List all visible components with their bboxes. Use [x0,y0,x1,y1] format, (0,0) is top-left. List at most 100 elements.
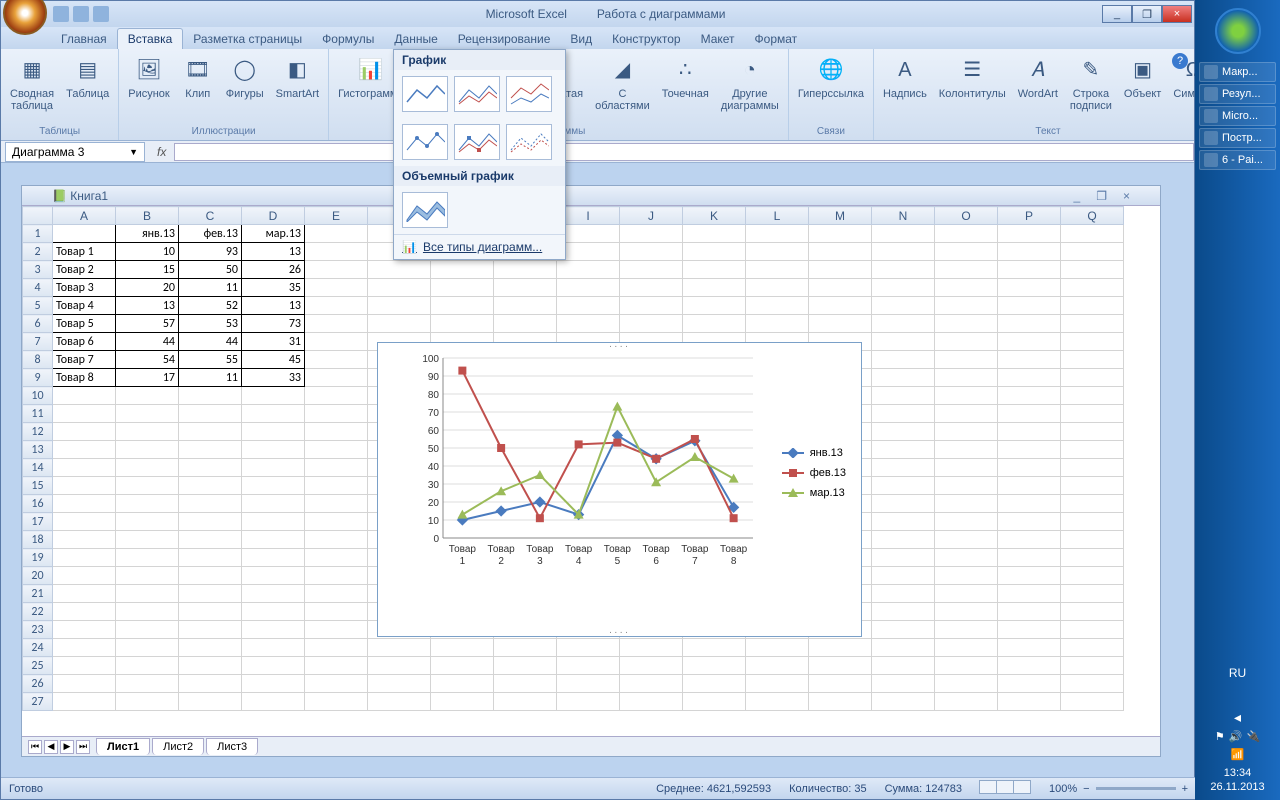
cell-A13[interactable] [53,441,116,459]
cell-C17[interactable] [179,513,242,531]
workbook-titlebar[interactable]: 📗 Книга1 _❐× [22,186,1160,206]
cell-C25[interactable] [179,657,242,675]
cell-P19[interactable] [998,549,1061,567]
cell-K24[interactable] [683,639,746,657]
cell-Q5[interactable] [1061,297,1124,315]
row-header-8[interactable]: 8 [23,351,53,369]
cell-E17[interactable] [305,513,368,531]
cell-M27[interactable] [809,693,872,711]
cell-C20[interactable] [179,567,242,585]
cell-P27[interactable] [998,693,1061,711]
cell-D16[interactable] [242,495,305,513]
cell-D5[interactable]: 13 [242,297,305,315]
cell-M6[interactable] [809,315,872,333]
tab-Разметка страницы[interactable]: Разметка страницы [183,29,312,49]
cell-B24[interactable] [116,639,179,657]
cell-O23[interactable] [935,621,998,639]
cell-P2[interactable] [998,243,1061,261]
taskbar-item[interactable]: Micro... [1199,106,1276,126]
line-type-3[interactable] [506,76,552,112]
cell-O25[interactable] [935,657,998,675]
cell-E20[interactable] [305,567,368,585]
col-header-M[interactable]: M [809,207,872,225]
cell-Q24[interactable] [1061,639,1124,657]
col-header-B[interactable]: B [116,207,179,225]
cell-Q26[interactable] [1061,675,1124,693]
cell-N27[interactable] [872,693,935,711]
cell-D17[interactable] [242,513,305,531]
cell-E27[interactable] [305,693,368,711]
smartart-button[interactable]: ◧SmartArt [271,51,324,103]
taskbar-item[interactable]: Макр... [1199,62,1276,82]
cell-N6[interactable] [872,315,935,333]
cell-Q18[interactable] [1061,531,1124,549]
cell-P25[interactable] [998,657,1061,675]
cell-B9[interactable]: 17 [116,369,179,387]
cell-G5[interactable] [431,297,494,315]
cell-N22[interactable] [872,603,935,621]
cell-E8[interactable] [305,351,368,369]
cell-P22[interactable] [998,603,1061,621]
cell-A19[interactable] [53,549,116,567]
cell-O2[interactable] [935,243,998,261]
cell-C5[interactable]: 52 [179,297,242,315]
cell-Q19[interactable] [1061,549,1124,567]
cell-D8[interactable]: 45 [242,351,305,369]
cell-Q14[interactable] [1061,459,1124,477]
cell-C14[interactable] [179,459,242,477]
cell-D11[interactable] [242,405,305,423]
cell-I26[interactable] [557,675,620,693]
cell-N24[interactable] [872,639,935,657]
table-button[interactable]: ▤Таблица [61,51,114,103]
cell-B21[interactable] [116,585,179,603]
cell-B25[interactable] [116,657,179,675]
cell-I24[interactable] [557,639,620,657]
cell-Q9[interactable] [1061,369,1124,387]
cell-B11[interactable] [116,405,179,423]
tab-Формат[interactable]: Формат [745,29,808,49]
cell-L4[interactable] [746,279,809,297]
cell-I5[interactable] [557,297,620,315]
cell-C7[interactable]: 44 [179,333,242,351]
cell-A24[interactable] [53,639,116,657]
cell-A10[interactable] [53,387,116,405]
cell-O20[interactable] [935,567,998,585]
namebox-dropdown-icon[interactable]: ▼ [129,147,138,157]
cell-D14[interactable] [242,459,305,477]
row-header-3[interactable]: 3 [23,261,53,279]
cell-D7[interactable]: 31 [242,333,305,351]
cell-L24[interactable] [746,639,809,657]
cell-E19[interactable] [305,549,368,567]
tray-network-icon[interactable]: 📶 [1195,748,1280,762]
col-header-Q[interactable]: Q [1061,207,1124,225]
cell-C21[interactable] [179,585,242,603]
select-all-corner[interactable] [23,207,53,225]
row-header-2[interactable]: 2 [23,243,53,261]
sheet-nav-last-icon[interactable]: ⏭ [76,740,90,754]
cell-A1[interactable] [53,225,116,243]
cell-C18[interactable] [179,531,242,549]
cell-B7[interactable]: 44 [116,333,179,351]
hyperlink-button[interactable]: 🌐Гиперссылка [793,51,869,103]
cell-D18[interactable] [242,531,305,549]
cell-L1[interactable] [746,225,809,243]
cell-N5[interactable] [872,297,935,315]
cell-N10[interactable] [872,387,935,405]
language-indicator[interactable]: RU [1195,666,1280,680]
cell-P9[interactable] [998,369,1061,387]
cell-A17[interactable] [53,513,116,531]
cell-N15[interactable] [872,477,935,495]
cell-P4[interactable] [998,279,1061,297]
cell-B18[interactable] [116,531,179,549]
cell-N25[interactable] [872,657,935,675]
cell-B1[interactable]: янв.13 [116,225,179,243]
line-type-4[interactable] [402,124,448,160]
cell-G6[interactable] [431,315,494,333]
line-type-5[interactable] [454,124,500,160]
cell-P23[interactable] [998,621,1061,639]
cell-M4[interactable] [809,279,872,297]
cell-J2[interactable] [620,243,683,261]
cell-G26[interactable] [431,675,494,693]
row-header-22[interactable]: 22 [23,603,53,621]
cell-M2[interactable] [809,243,872,261]
